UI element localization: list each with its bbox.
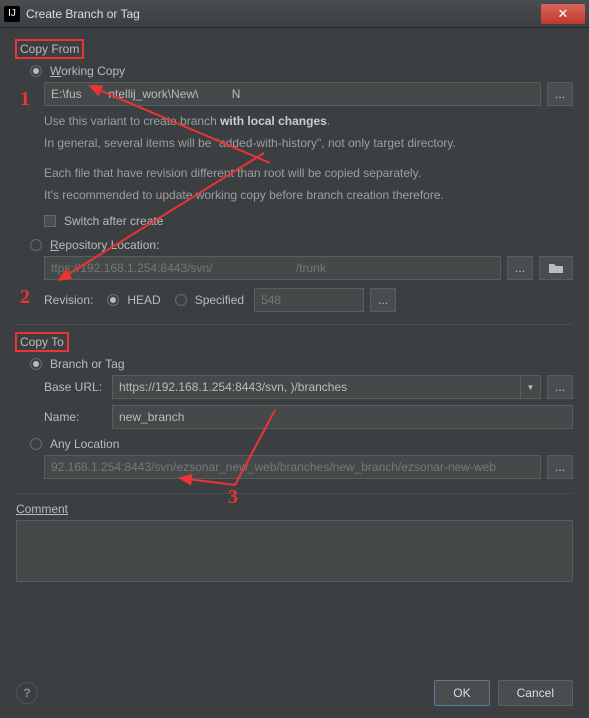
desc-line-4: It's recommended to update working copy … bbox=[44, 186, 573, 204]
comment-label: Comment bbox=[16, 502, 573, 516]
revision-label: Revision: bbox=[44, 293, 93, 307]
repository-location-label[interactable]: Repository Location: bbox=[50, 238, 159, 252]
copy-from-legend: Copy From bbox=[16, 40, 83, 58]
head-label: HEAD bbox=[127, 293, 160, 307]
copy-from-group: Copy From Working Copy ... Use this vari… bbox=[16, 40, 573, 316]
branch-or-tag-label[interactable]: Branch or Tag bbox=[50, 357, 125, 371]
folder-icon bbox=[548, 262, 564, 274]
base-url-dropdown[interactable]: https://192.168.1.254:8443/svn, )/branch… bbox=[112, 375, 541, 399]
radio-head[interactable] bbox=[107, 294, 119, 306]
working-copy-path-input[interactable] bbox=[44, 82, 541, 106]
annotation-2: 2 bbox=[20, 286, 30, 309]
cancel-button[interactable]: Cancel bbox=[498, 680, 573, 706]
radio-any-location[interactable] bbox=[30, 438, 42, 450]
window-title: Create Branch or Tag bbox=[26, 7, 541, 21]
working-copy-label[interactable]: Working Copy bbox=[50, 64, 125, 78]
branch-name-input[interactable] bbox=[112, 405, 573, 429]
revision-more-button[interactable]: ... bbox=[370, 288, 396, 312]
radio-working-copy[interactable] bbox=[30, 65, 42, 77]
copy-to-legend: Copy To bbox=[16, 333, 68, 351]
repo-url-input[interactable] bbox=[44, 256, 501, 280]
desc-line-3: Each file that have revision different t… bbox=[44, 164, 573, 182]
radio-specified[interactable] bbox=[175, 294, 187, 306]
repo-browse-button[interactable] bbox=[539, 256, 573, 280]
switch-after-create-label: Switch after create bbox=[64, 214, 163, 228]
switch-after-create-checkbox[interactable] bbox=[44, 215, 56, 227]
desc-line-2: In general, several items will be "added… bbox=[44, 134, 573, 152]
base-url-label: Base URL: bbox=[44, 380, 112, 394]
revision-input[interactable] bbox=[254, 288, 364, 312]
base-url-more-button[interactable]: ... bbox=[547, 375, 573, 399]
help-button[interactable]: ? bbox=[16, 682, 38, 704]
any-location-more-button[interactable]: ... bbox=[547, 455, 573, 479]
repo-url-more-button[interactable]: ... bbox=[507, 256, 533, 280]
desc-line-1: Use this variant to create branch with l… bbox=[44, 112, 573, 130]
copy-to-group: Copy To Branch or Tag Base URL: https://… bbox=[16, 333, 573, 485]
specified-label: Specified bbox=[195, 293, 244, 307]
name-label: Name: bbox=[44, 410, 112, 424]
annotation-3: 3 bbox=[228, 486, 238, 509]
app-icon: IJ bbox=[4, 6, 20, 22]
comment-textarea[interactable] bbox=[16, 520, 573, 582]
radio-branch-or-tag[interactable] bbox=[30, 358, 42, 370]
any-location-label[interactable]: Any Location bbox=[50, 437, 119, 451]
radio-repository-location[interactable] bbox=[30, 239, 42, 251]
close-button[interactable]: ✕ bbox=[541, 4, 585, 24]
any-location-input[interactable] bbox=[44, 455, 541, 479]
titlebar: IJ Create Branch or Tag ✕ bbox=[0, 0, 589, 28]
annotation-1: 1 bbox=[20, 88, 30, 111]
ok-button[interactable]: OK bbox=[434, 680, 489, 706]
chevron-down-icon[interactable]: ▼ bbox=[520, 376, 540, 398]
browse-path-button[interactable]: ... bbox=[547, 82, 573, 106]
